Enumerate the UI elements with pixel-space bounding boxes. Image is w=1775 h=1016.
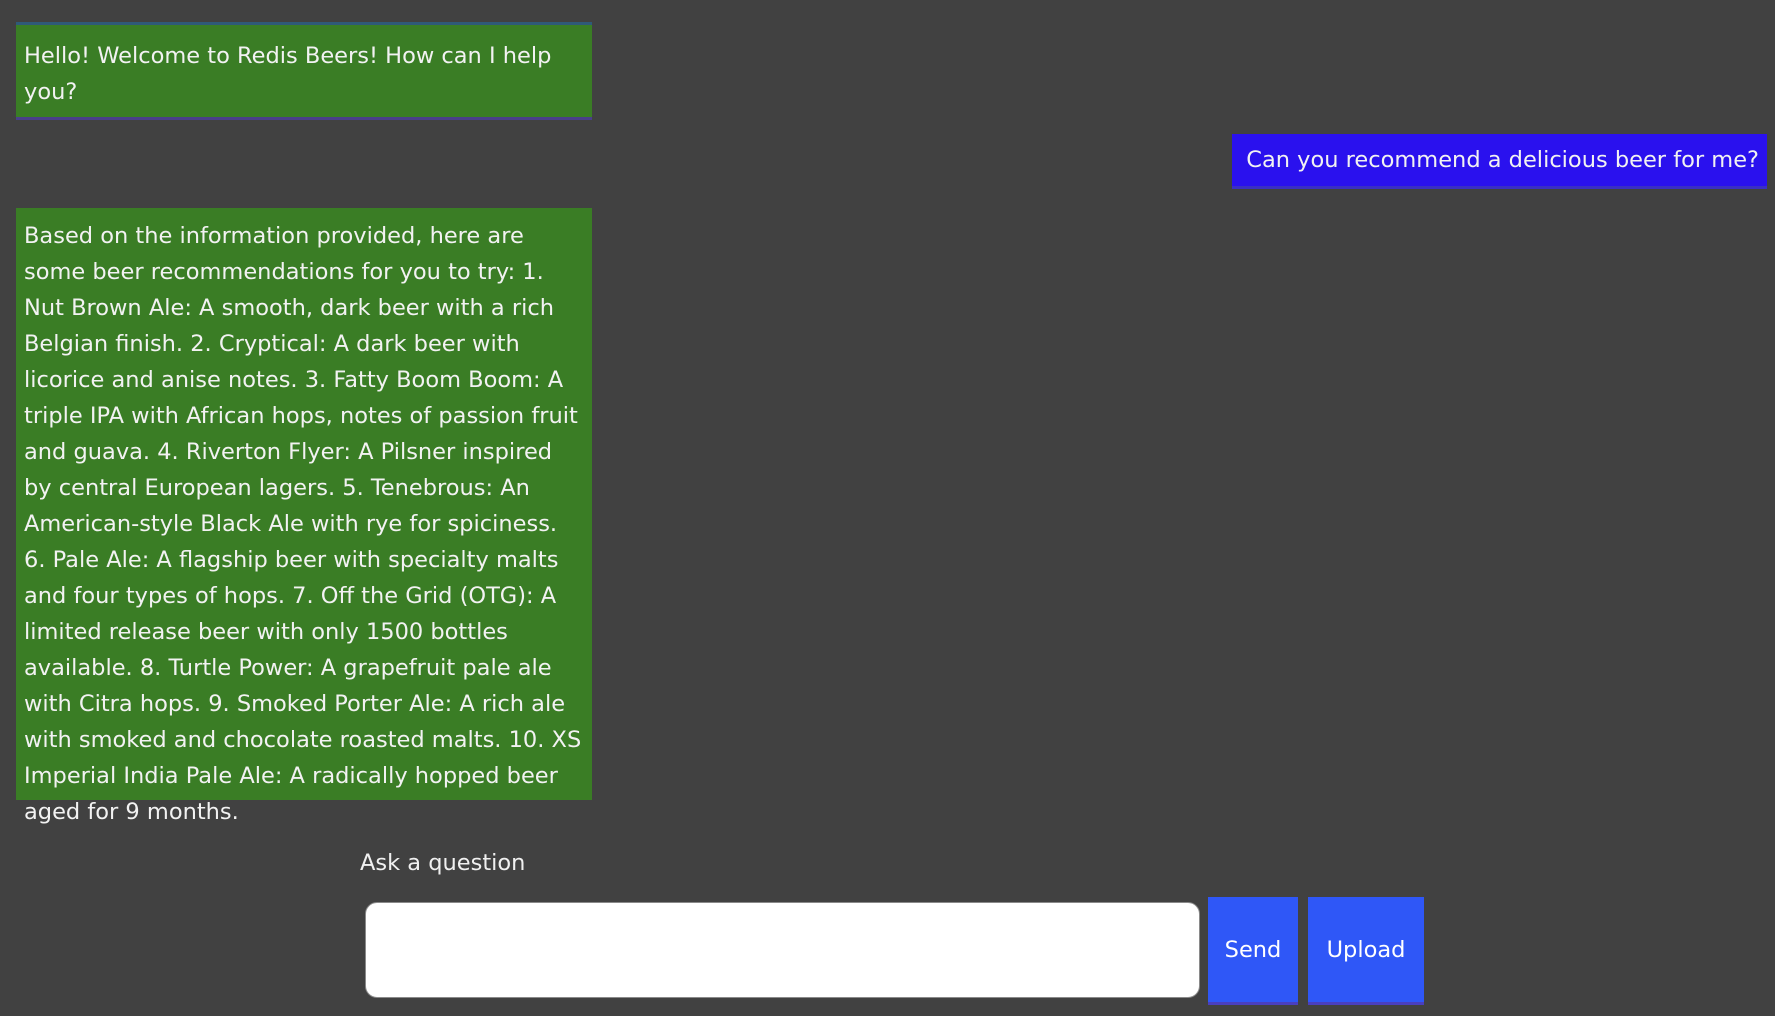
question-input[interactable] xyxy=(365,902,1200,998)
send-button[interactable]: Send xyxy=(1208,897,1298,1005)
question-label: Ask a question xyxy=(360,850,526,876)
bot-message: Hello! Welcome to Redis Beers! How can I… xyxy=(16,22,592,120)
upload-button[interactable]: Upload xyxy=(1308,897,1424,1005)
user-message: Can you recommend a delicious beer for m… xyxy=(1232,134,1767,189)
bot-message: Based on the information provided, here … xyxy=(16,208,592,825)
